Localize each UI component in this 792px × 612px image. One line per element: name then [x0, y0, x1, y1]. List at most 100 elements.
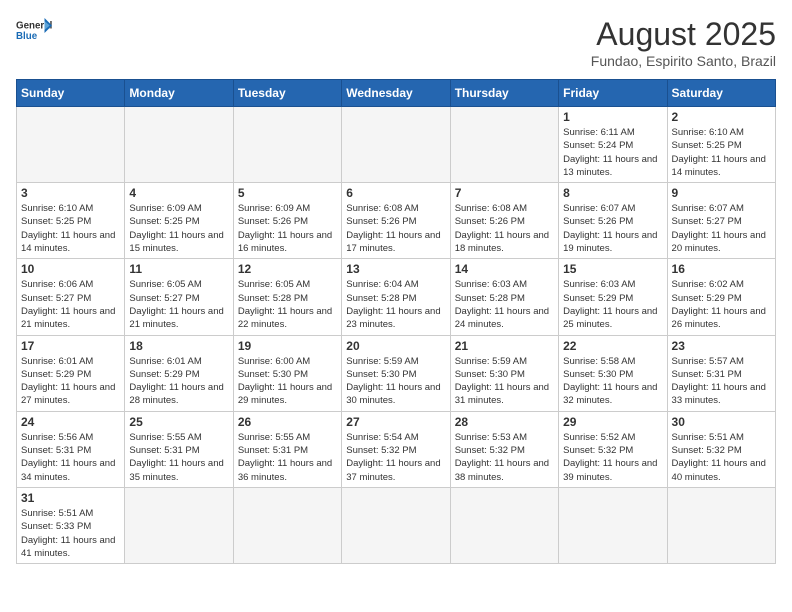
table-row: 12Sunrise: 6:05 AM Sunset: 5:28 PM Dayli…	[233, 259, 341, 335]
day-number: 11	[129, 262, 228, 276]
table-row: 16 Sunrise: 6:02 AM Sunset: 5:29 PM Dayli…	[667, 259, 775, 335]
table-row: 28Sunrise: 5:53 AM Sunset: 5:32 PM Dayli…	[450, 411, 558, 487]
day-number: 8	[563, 186, 662, 200]
day-info: Sunrise: 6:09 AM Sunset: 5:25 PM Dayligh…	[129, 202, 228, 255]
day-number: 28	[455, 415, 554, 429]
table-row: 29Sunrise: 5:52 AM Sunset: 5:32 PM Dayli…	[559, 411, 667, 487]
table-row: 6Sunrise: 6:08 AM Sunset: 5:26 PM Daylig…	[342, 183, 450, 259]
table-row: 25 Sunrise: 5:55 AM Sunset: 5:31 PM Dayli…	[125, 411, 233, 487]
day-info: Sunrise: 6:06 AM Sunset: 5:27 PM Dayligh…	[21, 278, 120, 331]
calendar-row: 17Sunrise: 6:01 AM Sunset: 5:29 PM Dayli…	[17, 335, 776, 411]
calendar-row: 10Sunrise: 6:06 AM Sunset: 5:27 PM Dayli…	[17, 259, 776, 335]
table-row: 15Sunrise: 6:03 AM Sunset: 5:29 PM Dayli…	[559, 259, 667, 335]
header-tuesday: Tuesday	[233, 80, 341, 107]
table-row: 22 Sunrise: 5:58 AM Sunset: 5:30 PM Dayli…	[559, 335, 667, 411]
day-info: Sunrise: 6:10 AM Sunset: 5:25 PM Dayligh…	[672, 126, 771, 179]
day-info: Sunrise: 6:04 AM Sunset: 5:28 PM Dayligh…	[346, 278, 445, 331]
table-row: 19 Sunrise: 6:00 AM Sunset: 5:30 PM Dayli…	[233, 335, 341, 411]
day-number: 20	[346, 339, 445, 353]
table-row	[233, 487, 341, 563]
day-info: Sunrise: 5:51 AM Sunset: 5:33 PM Dayligh…	[21, 507, 120, 560]
day-info: Sunrise: 6:02 AM Sunset: 5:29 PM Dayligh…	[672, 278, 771, 331]
day-number: 5	[238, 186, 337, 200]
table-row: 9 Sunrise: 6:07 AM Sunset: 5:27 PM Daylig…	[667, 183, 775, 259]
header-thursday: Thursday	[450, 80, 558, 107]
table-row: 21Sunrise: 5:59 AM Sunset: 5:30 PM Dayli…	[450, 335, 558, 411]
day-number: 27	[346, 415, 445, 429]
table-row: 3 Sunrise: 6:10 AM Sunset: 5:25 PM Daylig…	[17, 183, 125, 259]
table-row	[17, 107, 125, 183]
day-number: 21	[455, 339, 554, 353]
table-row: 2 Sunrise: 6:10 AM Sunset: 5:25 PM Daylig…	[667, 107, 775, 183]
day-number: 2	[672, 110, 771, 124]
header-saturday: Saturday	[667, 80, 775, 107]
table-row: 27Sunrise: 5:54 AM Sunset: 5:32 PM Dayli…	[342, 411, 450, 487]
day-info: Sunrise: 6:05 AM Sunset: 5:27 PM Dayligh…	[129, 278, 228, 331]
table-row: 26 Sunrise: 5:55 AM Sunset: 5:31 PM Dayli…	[233, 411, 341, 487]
day-info: Sunrise: 5:55 AM Sunset: 5:31 PM Dayligh…	[129, 431, 228, 484]
table-row: 20 Sunrise: 5:59 AM Sunset: 5:30 PM Dayli…	[342, 335, 450, 411]
day-number: 18	[129, 339, 228, 353]
header-friday: Friday	[559, 80, 667, 107]
table-row	[450, 107, 558, 183]
logo: General Blue	[16, 16, 52, 44]
day-number: 7	[455, 186, 554, 200]
calendar-row: 1 Sunrise: 6:11 AM Sunset: 5:24 PM Daylig…	[17, 107, 776, 183]
day-number: 6	[346, 186, 445, 200]
header-sunday: Sunday	[17, 80, 125, 107]
table-row	[125, 107, 233, 183]
table-row	[342, 487, 450, 563]
table-row: 31 Sunrise: 5:51 AM Sunset: 5:33 PM Dayli…	[17, 487, 125, 563]
table-row: 17Sunrise: 6:01 AM Sunset: 5:29 PM Dayli…	[17, 335, 125, 411]
day-info: Sunrise: 5:57 AM Sunset: 5:31 PM Dayligh…	[672, 355, 771, 408]
location-subtitle: Fundao, Espirito Santo, Brazil	[591, 53, 776, 69]
day-info: Sunrise: 6:01 AM Sunset: 5:29 PM Dayligh…	[129, 355, 228, 408]
day-info: Sunrise: 6:03 AM Sunset: 5:29 PM Dayligh…	[563, 278, 662, 331]
day-info: Sunrise: 6:08 AM Sunset: 5:26 PM Dayligh…	[455, 202, 554, 255]
day-number: 4	[129, 186, 228, 200]
day-info: Sunrise: 5:51 AM Sunset: 5:32 PM Dayligh…	[672, 431, 771, 484]
day-number: 3	[21, 186, 120, 200]
day-info: Sunrise: 6:07 AM Sunset: 5:27 PM Dayligh…	[672, 202, 771, 255]
page-header: General Blue August 2025 Fundao, Espirit…	[16, 16, 776, 69]
table-row	[342, 107, 450, 183]
table-row: 4 Sunrise: 6:09 AM Sunset: 5:25 PM Daylig…	[125, 183, 233, 259]
day-number: 25	[129, 415, 228, 429]
table-row: 13Sunrise: 6:04 AM Sunset: 5:28 PM Dayli…	[342, 259, 450, 335]
day-number: 30	[672, 415, 771, 429]
day-info: Sunrise: 5:59 AM Sunset: 5:30 PM Dayligh…	[346, 355, 445, 408]
day-info: Sunrise: 5:55 AM Sunset: 5:31 PM Dayligh…	[238, 431, 337, 484]
header-monday: Monday	[125, 80, 233, 107]
svg-text:Blue: Blue	[16, 31, 38, 42]
day-number: 9	[672, 186, 771, 200]
table-row	[233, 107, 341, 183]
day-info: Sunrise: 6:11 AM Sunset: 5:24 PM Dayligh…	[563, 126, 662, 179]
day-info: Sunrise: 5:56 AM Sunset: 5:31 PM Dayligh…	[21, 431, 120, 484]
day-number: 22	[563, 339, 662, 353]
day-number: 1	[563, 110, 662, 124]
table-row: 8Sunrise: 6:07 AM Sunset: 5:26 PM Daylig…	[559, 183, 667, 259]
general-blue-logo-icon: General Blue	[16, 16, 52, 44]
calendar-row: 24Sunrise: 5:56 AM Sunset: 5:31 PM Dayli…	[17, 411, 776, 487]
calendar-table: Sunday Monday Tuesday Wednesday Thursday…	[16, 79, 776, 564]
table-row: 1 Sunrise: 6:11 AM Sunset: 5:24 PM Daylig…	[559, 107, 667, 183]
table-row: 30 Sunrise: 5:51 AM Sunset: 5:32 PM Dayli…	[667, 411, 775, 487]
day-number: 26	[238, 415, 337, 429]
table-row: 11 Sunrise: 6:05 AM Sunset: 5:27 PM Dayli…	[125, 259, 233, 335]
table-row	[450, 487, 558, 563]
day-info: Sunrise: 6:10 AM Sunset: 5:25 PM Dayligh…	[21, 202, 120, 255]
day-number: 29	[563, 415, 662, 429]
day-number: 16	[672, 262, 771, 276]
day-number: 19	[238, 339, 337, 353]
day-number: 14	[455, 262, 554, 276]
table-row: 7 Sunrise: 6:08 AM Sunset: 5:26 PM Daylig…	[450, 183, 558, 259]
table-row: 18 Sunrise: 6:01 AM Sunset: 5:29 PM Dayli…	[125, 335, 233, 411]
day-info: Sunrise: 6:00 AM Sunset: 5:30 PM Dayligh…	[238, 355, 337, 408]
table-row	[125, 487, 233, 563]
day-number: 31	[21, 491, 120, 505]
day-info: Sunrise: 6:09 AM Sunset: 5:26 PM Dayligh…	[238, 202, 337, 255]
day-info: Sunrise: 5:58 AM Sunset: 5:30 PM Dayligh…	[563, 355, 662, 408]
table-row: 14 Sunrise: 6:03 AM Sunset: 5:28 PM Dayli…	[450, 259, 558, 335]
day-info: Sunrise: 6:03 AM Sunset: 5:28 PM Dayligh…	[455, 278, 554, 331]
month-title: August 2025	[591, 16, 776, 53]
